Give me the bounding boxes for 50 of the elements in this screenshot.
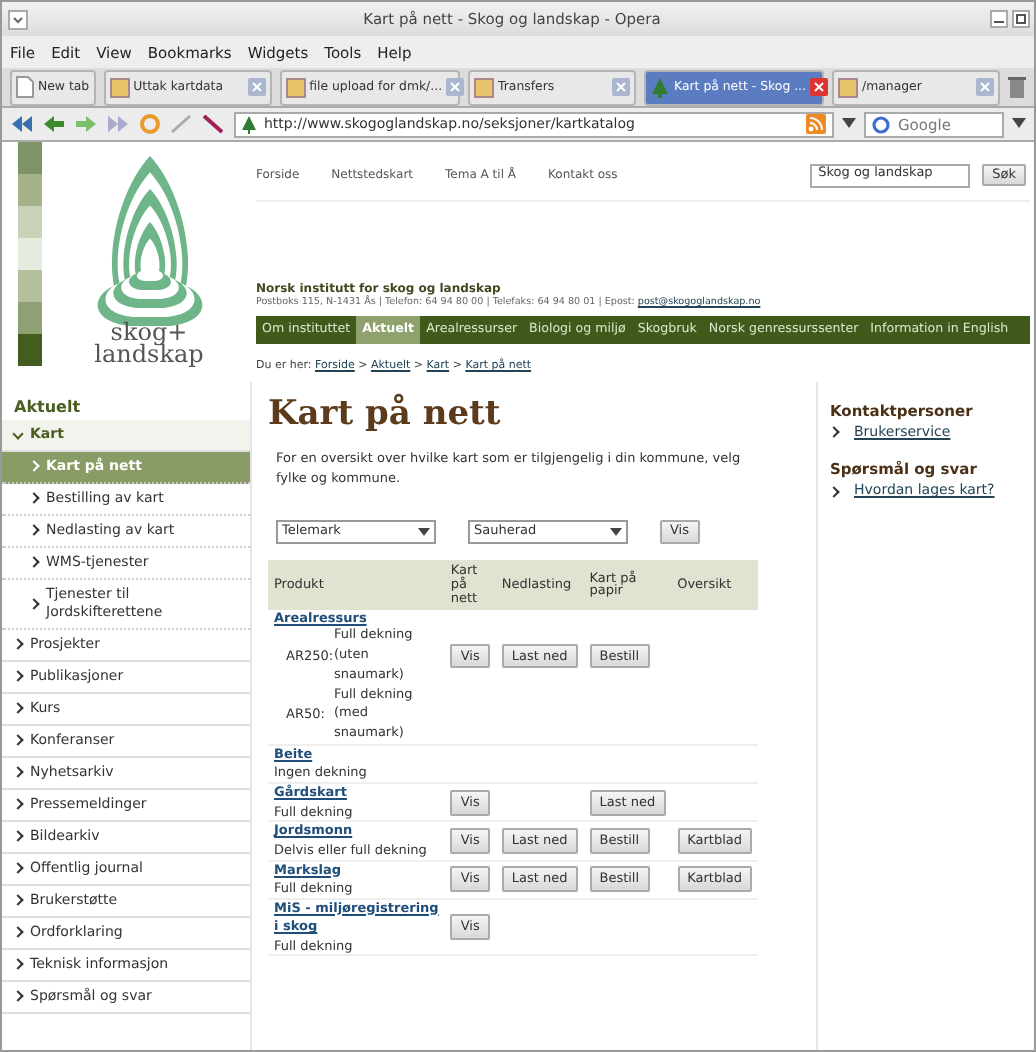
back-icon[interactable] — [42, 114, 66, 134]
dropdown-icon[interactable] — [842, 118, 856, 130]
page-icon — [16, 76, 34, 98]
dropdown-icon — [418, 527, 430, 538]
logo-text: skog+ — [110, 322, 188, 345]
page-title: Kart på nett — [268, 394, 503, 435]
chevron-icon — [12, 428, 24, 440]
fast-forward-icon[interactable] — [106, 114, 130, 134]
minimize-icon[interactable] — [990, 10, 1008, 28]
chevron-icon — [12, 670, 24, 682]
rewind-icon[interactable] — [10, 114, 34, 134]
chevron-icon — [28, 556, 40, 568]
chevron-icon — [12, 798, 24, 810]
site-icon — [285, 77, 306, 97]
site-icon — [109, 77, 130, 97]
logo-text: landskap — [94, 344, 204, 368]
site-icon — [474, 77, 495, 97]
rss-icon[interactable] — [806, 114, 826, 134]
chevron-icon — [28, 597, 40, 609]
chevron-icon — [12, 830, 24, 842]
chevron-icon — [12, 734, 24, 746]
tree-icon — [650, 77, 671, 97]
chevron-icon — [28, 524, 40, 536]
chevron-icon — [12, 894, 24, 906]
window-menu-icon[interactable] — [8, 9, 28, 29]
chevron-icon — [12, 638, 24, 650]
chevron-icon — [12, 990, 24, 1002]
dropdown-icon — [610, 527, 622, 538]
chevron-icon — [12, 926, 24, 938]
chevron-icon — [828, 485, 840, 497]
close-icon[interactable] — [810, 78, 828, 96]
chevron-icon — [828, 426, 840, 439]
sidebar-heading: Aktuelt — [12, 396, 83, 420]
close-icon[interactable] — [976, 78, 994, 96]
close-icon[interactable] — [446, 78, 465, 96]
forward-icon[interactable] — [74, 114, 98, 134]
chevron-icon — [12, 958, 24, 970]
chevron-icon — [12, 766, 24, 778]
chevron-icon — [12, 862, 24, 874]
maximize-icon[interactable] — [1012, 10, 1030, 28]
chevron-icon — [12, 702, 24, 714]
trash-icon[interactable] — [1008, 75, 1026, 99]
chevron-icon — [28, 460, 40, 472]
dropdown-icon[interactable] — [1012, 118, 1026, 130]
chevron-icon — [28, 492, 40, 504]
search-engine-icon — [872, 115, 890, 133]
tree-icon — [242, 115, 256, 133]
site-icon — [838, 77, 858, 97]
close-icon[interactable] — [247, 78, 266, 96]
close-icon[interactable] — [612, 78, 631, 96]
